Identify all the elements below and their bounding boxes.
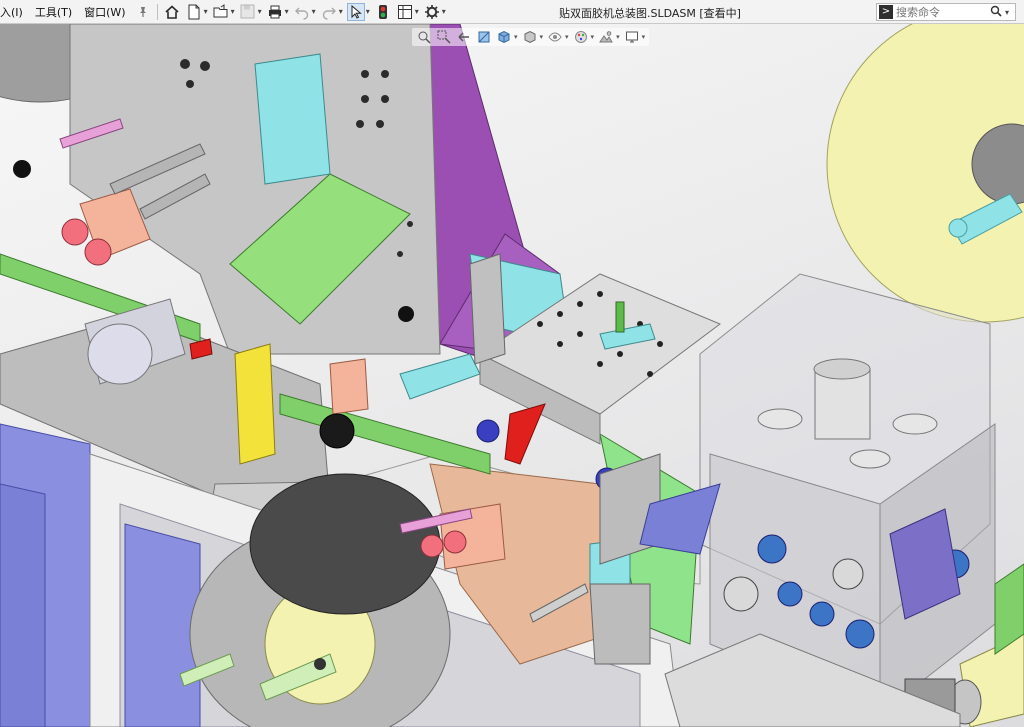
view-orientation-dropdown-icon[interactable]: ▾ <box>514 33 518 41</box>
file-properties-icon[interactable] <box>396 3 414 21</box>
display-style-dropdown-icon[interactable]: ▾ <box>540 33 544 41</box>
undo-dropdown-icon[interactable]: ▾ <box>312 7 316 16</box>
rebuild-icon[interactable] <box>374 3 392 21</box>
assembly-model <box>0 24 1024 727</box>
open-icon[interactable] <box>212 3 230 21</box>
pin-icon[interactable] <box>134 3 152 21</box>
search-icon[interactable] <box>990 5 1002 20</box>
search-command-box[interactable]: > ▾ <box>876 3 1016 21</box>
menu-tools[interactable]: 工具(T) <box>29 4 78 20</box>
display-style-icon[interactable] <box>522 29 538 45</box>
undo-icon[interactable] <box>293 3 311 21</box>
redo-icon[interactable] <box>320 3 338 21</box>
heads-up-view-toolbar: ▾ ▾ ▾ ▾ ▾ ▾ <box>412 28 650 46</box>
toolbar-separator <box>156 3 158 20</box>
options-dropdown-icon[interactable]: ▾ <box>442 7 446 16</box>
save-icon[interactable] <box>239 3 257 21</box>
menu-window[interactable]: 窗口(W) <box>78 4 131 20</box>
menu-insert[interactable]: 入(I) <box>0 4 29 20</box>
window-title: 贴双面胶机总装图.SLDASM [查看中] <box>559 7 741 20</box>
view-orientation-icon[interactable] <box>496 29 512 45</box>
edit-appearance-dropdown-icon[interactable]: ▾ <box>591 33 595 41</box>
apply-scene-icon[interactable] <box>598 29 614 45</box>
search-input[interactable] <box>896 5 988 19</box>
print-dropdown-icon[interactable]: ▾ <box>285 7 289 16</box>
file-properties-dropdown-icon[interactable]: ▾ <box>415 7 419 16</box>
section-view-icon[interactable] <box>476 29 492 45</box>
new-icon[interactable] <box>185 3 203 21</box>
select-icon[interactable] <box>346 2 365 21</box>
hide-show-icon[interactable] <box>547 29 563 45</box>
apply-scene-dropdown-icon[interactable]: ▾ <box>616 33 620 41</box>
command-prompt-icon: > <box>879 5 893 19</box>
graphics-area[interactable] <box>0 24 1024 727</box>
search-dropdown-icon[interactable]: ▾ <box>1005 8 1009 17</box>
previous-view-icon[interactable] <box>456 29 472 45</box>
edit-appearance-icon[interactable] <box>573 29 589 45</box>
redo-dropdown-icon[interactable]: ▾ <box>339 7 343 16</box>
hide-show-dropdown-icon[interactable]: ▾ <box>565 33 569 41</box>
menu-bar: 入(I) 工具(T) 窗口(W) ▾ ▾ ▾ ▾ ▾ ▾ ▾ ▾ ▾ <box>0 0 1024 24</box>
save-dropdown-icon[interactable]: ▾ <box>258 7 262 16</box>
options-icon[interactable] <box>423 3 441 21</box>
open-dropdown-icon[interactable]: ▾ <box>231 7 235 16</box>
home-icon[interactable] <box>163 3 181 21</box>
select-dropdown-icon[interactable]: ▾ <box>366 7 370 16</box>
view-settings-icon[interactable] <box>624 29 640 45</box>
zoom-to-fit-icon[interactable] <box>416 29 432 45</box>
print-icon[interactable] <box>266 3 284 21</box>
view-settings-dropdown-icon[interactable]: ▾ <box>642 33 646 41</box>
zoom-area-icon[interactable] <box>436 29 452 45</box>
new-dropdown-icon[interactable]: ▾ <box>204 7 208 16</box>
